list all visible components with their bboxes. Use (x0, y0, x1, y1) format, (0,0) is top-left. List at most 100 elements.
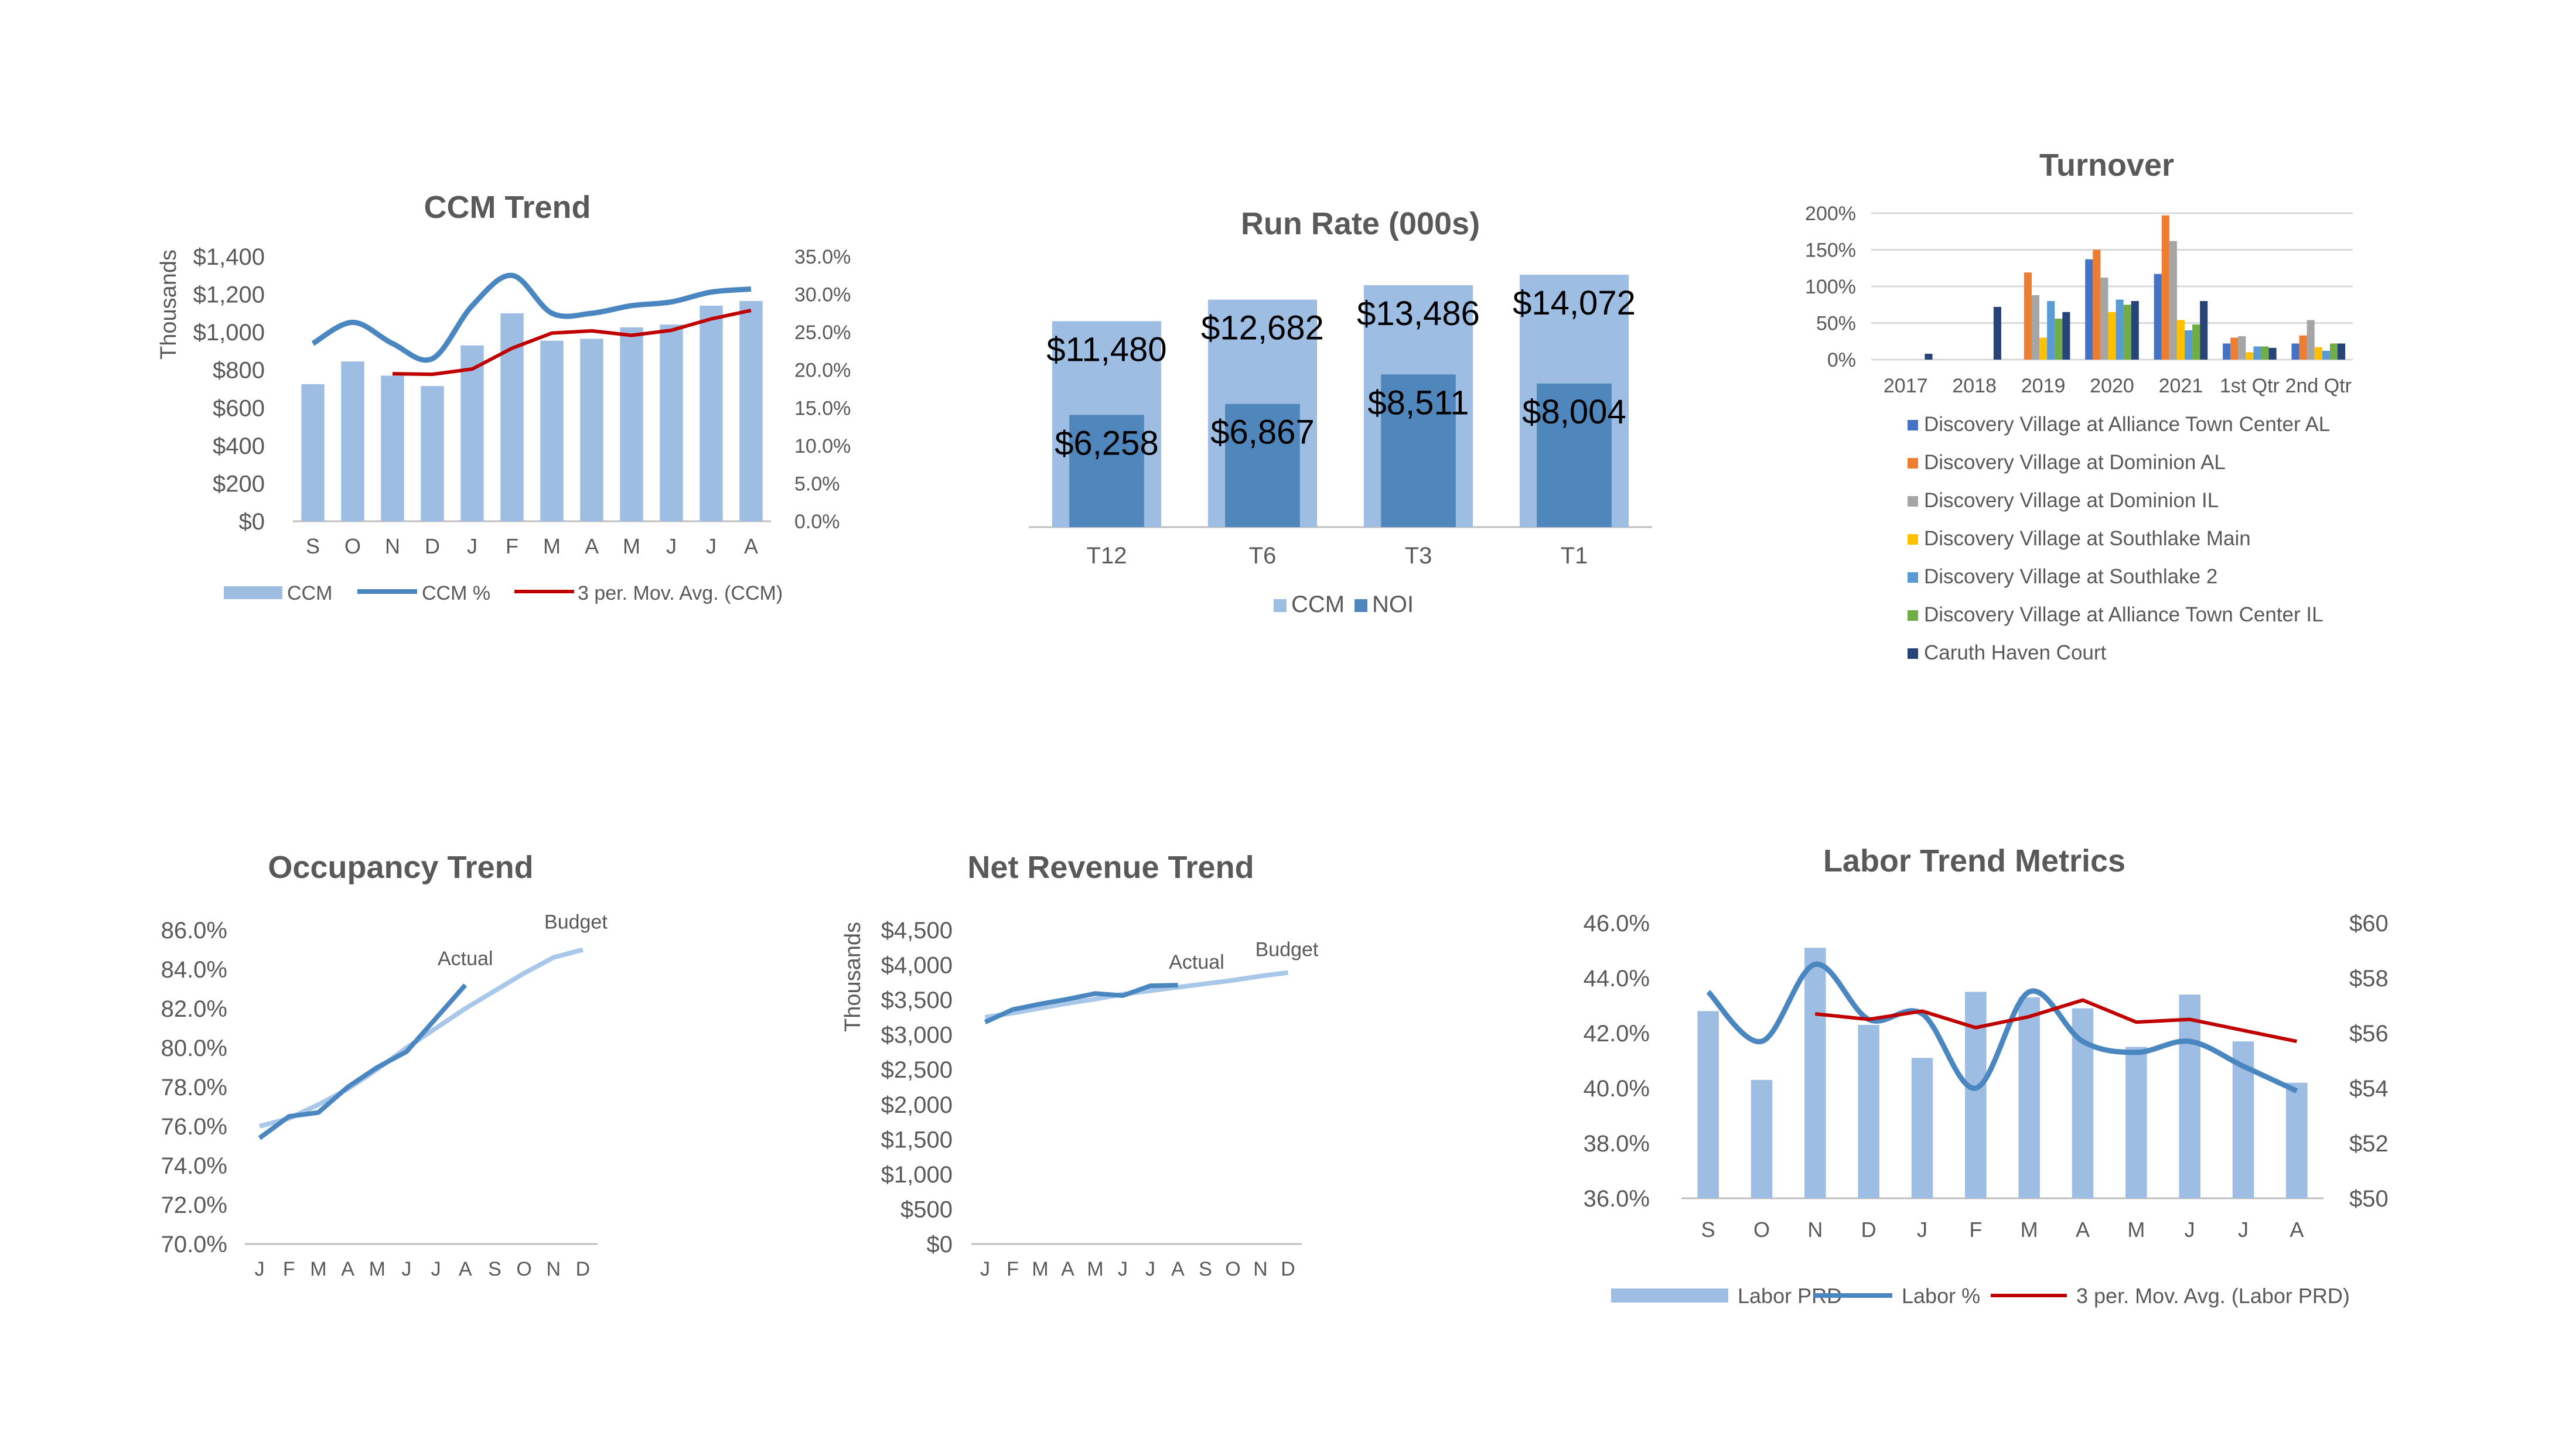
turnover-bar (2154, 274, 2162, 360)
turnover-bar (2337, 343, 2346, 360)
net-revenue-y-tick: $3,500 (881, 987, 953, 1013)
ccm-bar (580, 339, 603, 521)
net-revenue-y-tick: $2,000 (881, 1092, 953, 1118)
turnover-bar (2329, 343, 2338, 360)
occupancy-x-tick: N (546, 1258, 561, 1280)
ccm-y2-tick: 0.0% (794, 511, 840, 533)
occupancy-y-tick: 82.0% (161, 996, 227, 1022)
turnover-bar (2291, 343, 2299, 360)
turnover-title: Turnover (2039, 148, 2174, 183)
ccm-y2-tick: 10.0% (794, 435, 851, 457)
turnover-legend-swatch (1908, 610, 1918, 621)
ccm-x-tick: J (666, 534, 677, 558)
turnover-bar (2116, 299, 2124, 360)
turnover-bar (2314, 347, 2322, 360)
net-revenue-x-tick: M (1032, 1258, 1048, 1280)
labor-x-tick: N (1807, 1218, 1823, 1242)
ccm-trend-chart: CCM Trend Thousands $0 $200 $400 $600 $800 $1… (156, 190, 851, 604)
turnover-x-tick: 1st Qtr (2220, 375, 2280, 397)
labor-x-tick: O (1753, 1218, 1770, 1242)
turnover-bar (2253, 346, 2261, 360)
labor-prd-bar (2179, 994, 2200, 1198)
labor-prd-bar (2125, 1047, 2147, 1198)
turnover-bar (2085, 259, 2093, 360)
ccm-y2-tick: 35.0% (794, 246, 851, 268)
run-ccm-label: $12,682 (1201, 309, 1324, 347)
occupancy-x-tick: F (283, 1258, 295, 1280)
turnover-bar (2230, 337, 2239, 360)
ccm-bar (540, 340, 564, 521)
run-ccm-label: $14,072 (1513, 284, 1636, 322)
labor-x-tick: F (1969, 1218, 1982, 1242)
ccm-y-tick: $600 (213, 395, 265, 421)
labor-trend-title: Labor Trend Metrics (1823, 843, 2125, 879)
ccm-x-tick: O (344, 534, 361, 558)
labor-x-tick: J (1917, 1218, 1927, 1242)
labor-pct-line (1706, 961, 2298, 1093)
net-revenue-plot: $0 $500 $1,000 $1,500 $2,000 $2,500 $3,000 $3,5… (881, 918, 1319, 1280)
turnover-bar (2100, 278, 2108, 360)
run-ccm-label: $11,480 (1046, 330, 1166, 368)
net-revenue-y-tick: $0 (927, 1232, 953, 1257)
ccm-bar (341, 361, 364, 521)
turnover-legend-swatch (1908, 648, 1918, 659)
ccm-y-tick: $0 (239, 509, 265, 535)
run-noi-label: $8,004 (1522, 393, 1626, 431)
turnover-bar (2200, 301, 2208, 360)
net-revenue-x-tick: J (980, 1258, 990, 1280)
turnover-bar (2131, 301, 2139, 360)
turnover-bar (2169, 241, 2177, 360)
ccm-y2-tick: 15.0% (794, 397, 851, 419)
ccm-bar (620, 327, 643, 521)
run-rate-title: Run Rate (000s) (1241, 206, 1480, 241)
labor-y2-tick: $56 (2349, 1021, 2389, 1047)
turnover-y-tick: 50% (1816, 313, 1856, 335)
net-revenue-ylabel: Thousands (841, 922, 865, 1032)
labor-prd-bar (1751, 1079, 1773, 1198)
run-noi-label: $6,258 (1055, 424, 1158, 462)
occupancy-chart: Occupancy Trend 70.0% 72.0% 74.0% 76.0% 78.0… (161, 850, 608, 1280)
turnover-bar (2261, 346, 2269, 360)
legend-swatch-labor-prd (1611, 1288, 1728, 1303)
turnover-bar (2093, 249, 2101, 360)
run-rate-chart: Run Rate (000s) $11,480$6,258T12$12,682$… (1029, 206, 1652, 617)
occupancy-y-tick: 70.0% (161, 1232, 227, 1257)
occupancy-x-tick: M (369, 1258, 385, 1280)
turnover-legend-label: Discovery Village at Southlake 2 (1924, 565, 2217, 588)
ccm-y2-tick: 20.0% (794, 360, 851, 382)
ccm-x-tick: J (467, 534, 477, 558)
turnover-bar (2299, 335, 2307, 360)
dashboard: CCM Trend Thousands $0 $200 $400 $600 $800 $1… (156, 148, 2389, 1308)
legend-label-run-noi: NOI (1372, 592, 1414, 617)
ccm-x-tick: A (744, 534, 758, 558)
labor-x-tick: A (2290, 1218, 2304, 1242)
turnover-bar (2055, 319, 2063, 360)
turnover-legend-label: Discovery Village at Alliance Town Cente… (1924, 603, 2323, 626)
legend-label-ccm-pct: CCM % (422, 582, 490, 604)
turnover-x-tick: 2019 (2021, 375, 2066, 397)
net-revenue-title: Net Revenue Trend (967, 850, 1254, 885)
labor-y2-tick: $58 (2349, 966, 2389, 992)
occupancy-actual-label: Actual (438, 948, 493, 970)
net-revenue-x-tick: O (1225, 1258, 1240, 1280)
run-rate-plot: $11,480 $6,258 T12 $12,682 $6,867 T6 $13,486 $8… (1029, 275, 1652, 569)
turnover-legend-label: Caruth Haven Court (1924, 641, 2107, 664)
turnover-y-tick: 150% (1805, 240, 1856, 262)
occupancy-title: Occupancy Trend (268, 850, 533, 885)
occupancy-x-tick: S (488, 1258, 501, 1280)
turnover-bar (1925, 354, 1933, 360)
turnover-bar (2223, 343, 2231, 360)
ccm-bar (739, 300, 763, 521)
ccm-y-tick: $200 (213, 471, 265, 497)
occupancy-y-tick: 78.0% (161, 1075, 227, 1100)
run-x-tick: T1 (1561, 543, 1588, 569)
turnover-x-tick: 2018 (1952, 375, 1997, 397)
labor-prd-bar (1965, 992, 1987, 1198)
turnover-bar (2184, 330, 2193, 360)
occupancy-x-tick: O (516, 1258, 531, 1280)
legend-label-run-ccm: CCM (1291, 592, 1345, 617)
ccm-y-tick: $1,000 (193, 320, 265, 346)
ccm-bar (381, 375, 404, 521)
run-x-tick: T3 (1405, 543, 1432, 569)
labor-x-tick: M (2021, 1218, 2038, 1242)
